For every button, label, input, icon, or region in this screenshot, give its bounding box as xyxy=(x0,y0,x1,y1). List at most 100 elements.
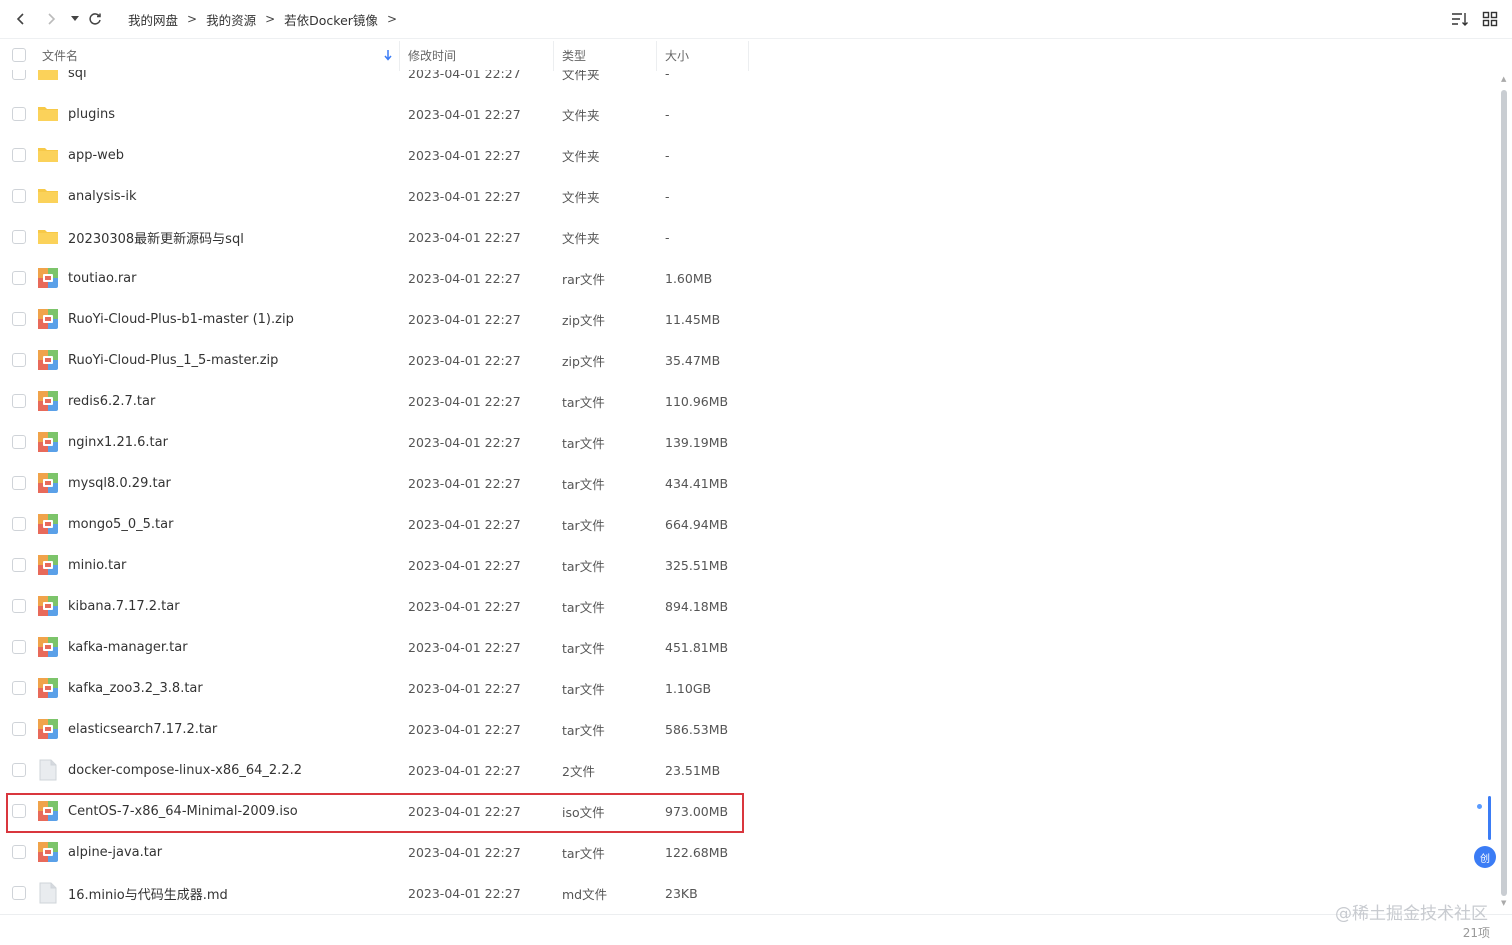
row-checkbox[interactable] xyxy=(12,394,26,408)
file-type: md文件 xyxy=(562,886,608,902)
file-type: tar文件 xyxy=(562,845,605,861)
file-row[interactable]: kibana.7.17.2.tar 2023-04-01 22:27 tar文件 89… xyxy=(0,586,760,627)
row-checkbox[interactable] xyxy=(12,148,26,162)
file-list: sql 2023-04-01 22:27 文件夹 - plugins 2023-04-01… xyxy=(0,70,760,915)
folder-icon xyxy=(37,103,59,125)
file-row[interactable]: redis6.2.7.tar 2023-04-01 22:27 tar文件 110.9… xyxy=(0,381,760,422)
file-row[interactable]: plugins 2023-04-01 22:27 文件夹 - xyxy=(0,94,760,135)
file-type: tar文件 xyxy=(562,558,605,574)
file-modified-date: 2023-04-01 22:27 xyxy=(408,803,521,819)
file-row[interactable]: alpine-java.tar 2023-04-01 22:27 tar文件 122.… xyxy=(0,832,760,873)
row-checkbox[interactable] xyxy=(12,353,26,367)
row-checkbox[interactable] xyxy=(12,70,26,80)
file-row[interactable]: toutiao.rar 2023-04-01 22:27 rar文件 1.60MB xyxy=(0,258,760,299)
forward-button[interactable] xyxy=(38,6,64,32)
file-row[interactable]: analysis-ik 2023-04-01 22:27 文件夹 - xyxy=(0,176,760,217)
file-size: 110.96MB xyxy=(665,393,729,409)
row-checkbox[interactable] xyxy=(12,435,26,449)
file-name: nginx1.21.6.tar xyxy=(68,434,168,450)
row-checkbox[interactable] xyxy=(12,271,26,285)
file-row[interactable]: sql 2023-04-01 22:27 文件夹 - xyxy=(0,70,760,94)
file-row[interactable]: RuoYi-Cloud-Plus-b1-master (1).zip 2023-0… xyxy=(0,299,760,340)
file-size: 23.51MB xyxy=(665,762,721,778)
file-row[interactable]: minio.tar 2023-04-01 22:27 tar文件 325.51MB xyxy=(0,545,760,586)
file-type: tar文件 xyxy=(562,517,605,533)
file-modified-date: 2023-04-01 22:27 xyxy=(408,352,521,368)
chevron-right-icon xyxy=(48,13,56,25)
column-name[interactable]: 文件名 xyxy=(42,39,398,71)
row-checkbox[interactable] xyxy=(12,640,26,654)
file-modified-date: 2023-04-01 22:27 xyxy=(408,680,521,696)
breadcrumb-item[interactable]: 我的网盘 xyxy=(128,10,178,29)
grid-view-button[interactable] xyxy=(1480,6,1500,32)
file-row[interactable]: docker-compose-linux-x86_64_2.2.2 2023-04… xyxy=(0,750,760,791)
refresh-button[interactable] xyxy=(82,6,108,32)
row-checkbox[interactable] xyxy=(12,722,26,736)
file-modified-date: 2023-04-01 22:27 xyxy=(408,557,521,573)
row-checkbox[interactable] xyxy=(12,599,26,613)
row-checkbox[interactable] xyxy=(12,886,26,900)
file-row[interactable]: RuoYi-Cloud-Plus_1_5-master.zip 2023-04-0… xyxy=(0,340,760,381)
file-row[interactable]: kafka-manager.tar 2023-04-01 22:27 tar文件 45… xyxy=(0,627,760,668)
file-row[interactable]: 16.minio与代码生成器.md 2023-04-01 22:27 md文件 23K… xyxy=(0,873,760,914)
file-type: tar文件 xyxy=(562,394,605,410)
archive-icon xyxy=(37,349,59,371)
archive-icon xyxy=(37,677,59,699)
archive-icon xyxy=(37,431,59,453)
file-row[interactable]: mongo5_0_5.tar 2023-04-01 22:27 tar文件 664.9… xyxy=(0,504,760,545)
scrollbar-thumb[interactable] xyxy=(1501,90,1507,896)
breadcrumb-item[interactable]: 若依Docker镜像 xyxy=(284,10,378,29)
breadcrumb-item[interactable]: 我的资源 xyxy=(206,10,256,29)
file-size: - xyxy=(665,106,670,122)
archive-icon xyxy=(37,390,59,412)
row-checkbox[interactable] xyxy=(12,681,26,695)
back-button[interactable] xyxy=(8,6,34,32)
float-action-button[interactable]: 创 xyxy=(1474,846,1496,868)
archive-icon xyxy=(37,308,59,330)
breadcrumb-separator: > xyxy=(386,12,397,26)
file-row[interactable]: app-web 2023-04-01 22:27 文件夹 - xyxy=(0,135,760,176)
archive-icon xyxy=(37,800,59,822)
column-size[interactable]: 大小 xyxy=(665,39,689,71)
column-divider xyxy=(656,41,657,71)
file-row[interactable]: mysql8.0.29.tar 2023-04-01 22:27 tar文件 434.… xyxy=(0,463,760,504)
column-size-label: 大小 xyxy=(665,48,690,63)
row-checkbox[interactable] xyxy=(12,230,26,244)
file-row[interactable]: elasticsearch7.17.2.tar 2023-04-01 22:27 t… xyxy=(0,709,760,750)
scroll-down-arrow-icon[interactable]: ▼ xyxy=(1501,899,1506,907)
file-size: - xyxy=(665,70,670,81)
file-name: minio.tar xyxy=(68,557,127,573)
select-all-checkbox[interactable] xyxy=(12,48,26,62)
file-size: 894.18MB xyxy=(665,598,729,614)
row-checkbox[interactable] xyxy=(12,763,26,777)
file-type: tar文件 xyxy=(562,681,605,697)
file-name: toutiao.rar xyxy=(68,270,137,286)
file-modified-date: 2023-04-01 22:27 xyxy=(408,639,521,655)
file-row[interactable]: 20230308最新更新源码与sql 2023-04-01 22:27 文件夹 - xyxy=(0,217,760,258)
file-row[interactable]: CentOS-7-x86_64-Minimal-2009.iso 2023-04-… xyxy=(0,791,760,832)
file-modified-date: 2023-04-01 22:27 xyxy=(408,393,521,409)
file-modified-date: 2023-04-01 22:27 xyxy=(408,516,521,532)
archive-icon xyxy=(37,636,59,658)
column-modified[interactable]: 修改时间 xyxy=(408,39,456,71)
file-row[interactable]: kafka_zoo3.2_3.8.tar 2023-04-01 22:27 tar文… xyxy=(0,668,760,709)
row-checkbox[interactable] xyxy=(12,804,26,818)
archive-icon xyxy=(37,267,59,289)
scroll-up-arrow-icon[interactable]: ▲ xyxy=(1501,75,1506,83)
file-modified-date: 2023-04-01 22:27 xyxy=(408,844,521,860)
folder-icon xyxy=(37,70,59,84)
column-type[interactable]: 类型 xyxy=(562,39,586,71)
history-dropdown[interactable] xyxy=(68,6,82,32)
file-size: 973.00MB xyxy=(665,803,729,819)
column-modified-label: 修改时间 xyxy=(408,48,457,63)
sort-button[interactable] xyxy=(1450,6,1470,32)
row-checkbox[interactable] xyxy=(12,107,26,121)
row-checkbox[interactable] xyxy=(12,476,26,490)
row-checkbox[interactable] xyxy=(12,845,26,859)
column-divider xyxy=(399,41,400,71)
row-checkbox[interactable] xyxy=(12,189,26,203)
row-checkbox[interactable] xyxy=(12,312,26,326)
row-checkbox[interactable] xyxy=(12,517,26,531)
file-row[interactable]: nginx1.21.6.tar 2023-04-01 22:27 tar文件 139.… xyxy=(0,422,760,463)
row-checkbox[interactable] xyxy=(12,558,26,572)
